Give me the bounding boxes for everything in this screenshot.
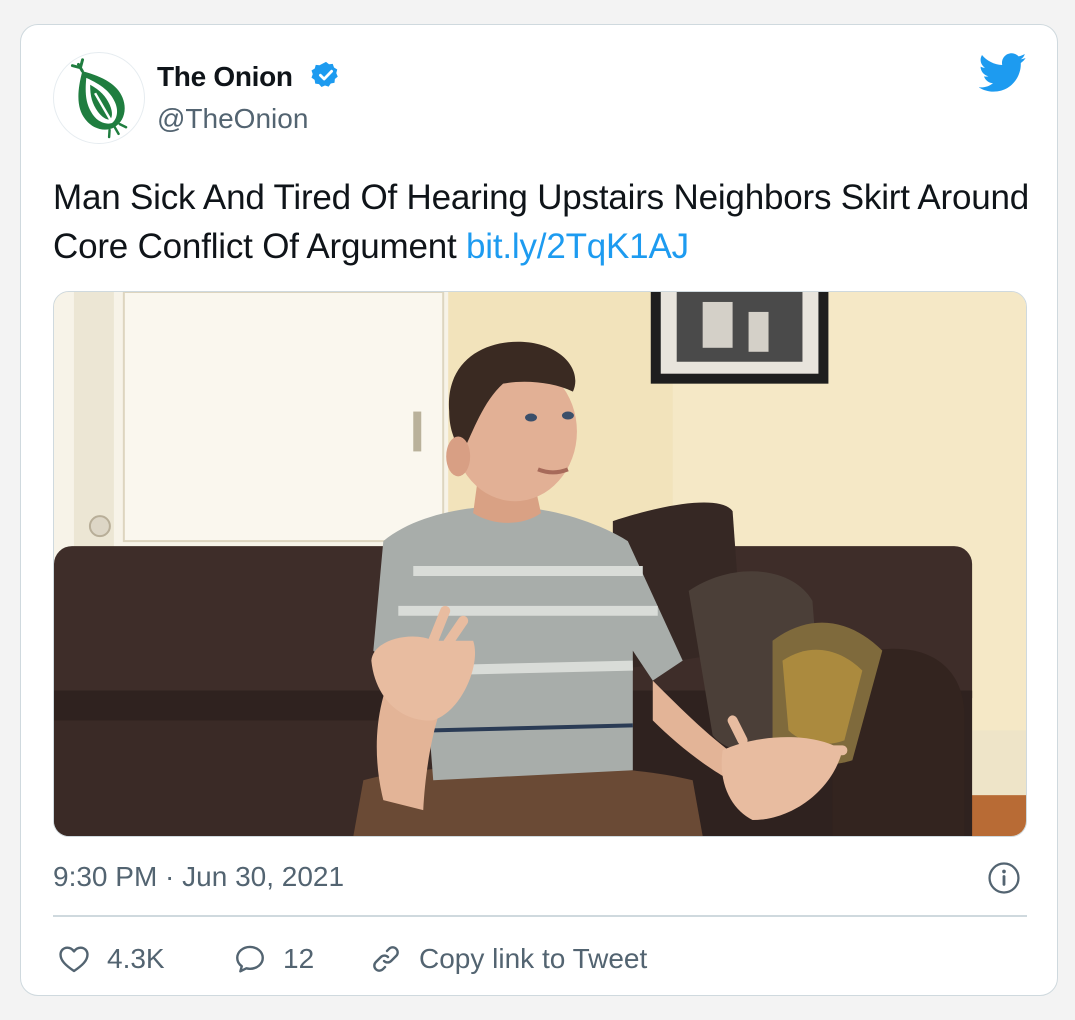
twitter-bird-icon[interactable] — [979, 53, 1027, 93]
tweet-timestamp[interactable]: 9:30 PM · Jun 30, 2021 — [53, 861, 344, 893]
copy-link-label: Copy link to Tweet — [419, 943, 648, 974]
like-count: 4.3K — [107, 943, 165, 974]
reply-button[interactable]: 12 — [233, 939, 314, 979]
tweet-card: The Onion @TheOnion Man Sick And Tired O… — [20, 24, 1058, 996]
tweet-photo[interactable] — [53, 291, 1027, 837]
divider — [53, 915, 1027, 917]
display-name[interactable]: The Onion — [157, 61, 293, 93]
user-handle[interactable]: @TheOnion — [157, 103, 308, 135]
heart-icon — [59, 946, 89, 973]
avatar[interactable] — [53, 52, 145, 144]
speech-bubble-icon — [236, 945, 264, 973]
info-icon[interactable] — [987, 861, 1021, 895]
like-button[interactable]: 4.3K — [57, 939, 165, 979]
link-icon — [373, 946, 399, 972]
tweet-text: Man Sick And Tired Of Hearing Upstairs N… — [53, 173, 1043, 271]
verified-badge-icon — [311, 61, 338, 87]
photo-man-on-couch — [54, 292, 1026, 836]
onion-logo-icon — [54, 53, 144, 143]
reply-count: 12 — [283, 943, 315, 974]
tweet-link[interactable]: bit.ly/2TqK1AJ — [466, 227, 689, 266]
copy-link-button[interactable]: Copy link to Tweet — [369, 939, 647, 979]
